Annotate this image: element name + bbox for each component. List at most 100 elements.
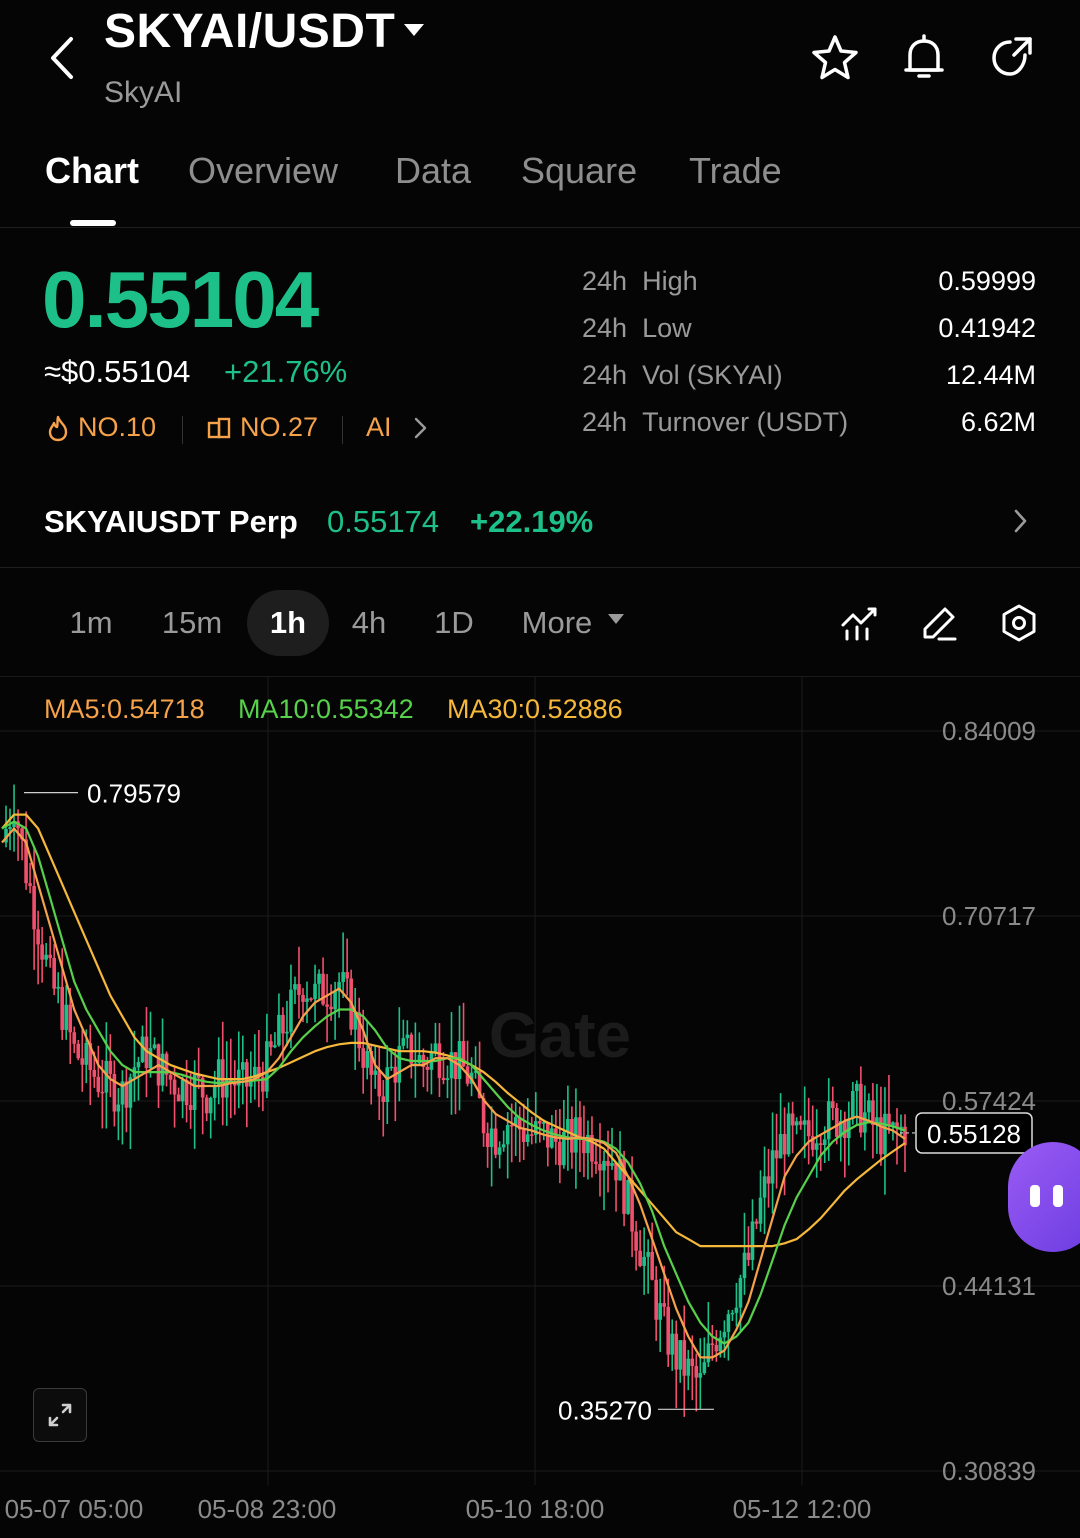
settings-icon — [1002, 604, 1036, 642]
back-button[interactable] — [40, 30, 84, 86]
tab-square[interactable]: Square — [521, 150, 637, 192]
candle-body — [610, 1162, 614, 1166]
candle-body — [501, 1144, 506, 1148]
interval-15m[interactable]: 15m — [152, 590, 232, 656]
candlestick-chart[interactable]: Gate0.795790.352700.840090.707170.574240… — [0, 677, 1080, 1538]
candle-body — [265, 1041, 269, 1092]
high-marker-label: 0.79579 — [87, 779, 181, 809]
tab-overview[interactable]: Overview — [188, 150, 338, 192]
x-axis-label: 05-07 05:00 — [5, 1494, 144, 1524]
candle-body — [802, 1120, 807, 1125]
last-price-label: 0.55128 — [927, 1119, 1021, 1149]
favorite-button[interactable] — [809, 32, 861, 84]
candle-body — [826, 1101, 831, 1140]
candle-body — [638, 1250, 642, 1266]
interval-1d[interactable]: 1D — [420, 590, 488, 656]
candle-body — [433, 1043, 438, 1053]
candle-body — [409, 1034, 414, 1064]
category-tag[interactable]: AI — [366, 412, 428, 443]
candle-body — [293, 984, 297, 990]
share-icon — [992, 37, 1032, 76]
candle-body — [762, 1176, 767, 1198]
candle-body — [674, 1333, 679, 1370]
indicator-button[interactable] — [834, 598, 884, 648]
candle-body — [822, 1139, 827, 1146]
y-axis-label: 0.57424 — [942, 1086, 1036, 1116]
tab-data[interactable]: Data — [395, 150, 471, 192]
header: SKYAI/USDT SkyAI — [0, 0, 1080, 130]
interval-more[interactable]: More — [512, 590, 602, 656]
candle-body — [32, 885, 36, 930]
ma30-label: MA30:0.52886 — [447, 694, 623, 724]
candle-body — [782, 1133, 787, 1155]
category-tag-label: AI — [366, 412, 392, 442]
candle-body — [72, 1032, 77, 1044]
candle-body — [766, 1176, 771, 1184]
share-button[interactable] — [986, 32, 1038, 84]
low-marker-label: 0.35270 — [558, 1395, 652, 1425]
candle-body — [425, 1066, 430, 1070]
candle-body — [493, 1128, 498, 1155]
candle-body — [706, 1343, 711, 1363]
market-cap-rank[interactable]: NO.27 — [206, 412, 318, 443]
watermark: Gate — [489, 999, 631, 1071]
hot-rank[interactable]: NO.10 — [46, 412, 156, 443]
candle-body — [345, 972, 349, 979]
x-axis-label: 05-12 12:00 — [733, 1494, 872, 1524]
candle-body — [734, 1307, 739, 1313]
perp-link-row[interactable]: SKYAIUSDT Perp 0.55174 +22.19% — [0, 490, 1080, 568]
candle-body — [273, 1045, 277, 1048]
candle-body — [814, 1143, 819, 1150]
candle-body — [521, 1129, 526, 1143]
candle-body — [598, 1163, 602, 1171]
candle-body — [778, 1133, 783, 1159]
candle-body — [212, 1086, 217, 1098]
chart-settings-button[interactable] — [994, 598, 1044, 648]
draw-button[interactable] — [914, 598, 964, 648]
alert-button[interactable] — [898, 32, 950, 84]
interval-1h[interactable]: 1h — [247, 590, 329, 656]
candle-body — [750, 1221, 755, 1260]
tab-trade[interactable]: Trade — [689, 150, 782, 192]
candle-body — [317, 973, 321, 984]
candle-body — [305, 998, 309, 1002]
candle-body — [489, 1128, 494, 1148]
candle-body — [670, 1333, 675, 1355]
candle-body — [341, 972, 345, 983]
candle-body — [722, 1331, 727, 1338]
candle-body — [64, 1004, 69, 1030]
caret-down-icon[interactable] — [606, 612, 626, 626]
candle-body — [389, 1066, 394, 1069]
candle-body — [373, 1070, 378, 1075]
back-icon — [51, 37, 73, 79]
caret-down-icon[interactable] — [402, 22, 426, 38]
interval-1m[interactable]: 1m — [56, 590, 126, 656]
candle-body — [794, 1121, 799, 1126]
candle-body — [80, 1058, 85, 1065]
candle-body — [742, 1252, 747, 1279]
interval-4h[interactable]: 4h — [336, 590, 402, 656]
candle-body — [525, 1134, 530, 1143]
stat-value-high: 0.59999 — [938, 266, 1036, 296]
draw-icon — [923, 607, 957, 641]
candle-body — [738, 1278, 743, 1308]
candle-body — [626, 1180, 630, 1214]
asset-name: SkyAI — [104, 76, 183, 109]
candle-body — [654, 1279, 658, 1320]
candle-body — [92, 1069, 97, 1077]
candle-body — [702, 1362, 707, 1374]
candle-body — [245, 1062, 249, 1087]
tab-chart[interactable]: Chart — [45, 150, 139, 192]
candle-body — [96, 1076, 101, 1092]
chart-area[interactable]: Gate 0.79579 0.35270 0.84009 0.70717 0.57424 0… — [0, 676, 1080, 1538]
candle-body — [698, 1373, 703, 1378]
pair-title[interactable]: SKYAI/USDT — [104, 4, 395, 59]
assistant-fab[interactable] — [1008, 1142, 1080, 1252]
candle-body — [774, 1150, 779, 1159]
candle-body — [818, 1143, 823, 1146]
flame-icon — [48, 415, 68, 441]
candle-body — [686, 1358, 691, 1376]
candle-body — [662, 1303, 666, 1307]
candle-body — [8, 827, 12, 830]
fullscreen-button[interactable] — [33, 1388, 87, 1442]
